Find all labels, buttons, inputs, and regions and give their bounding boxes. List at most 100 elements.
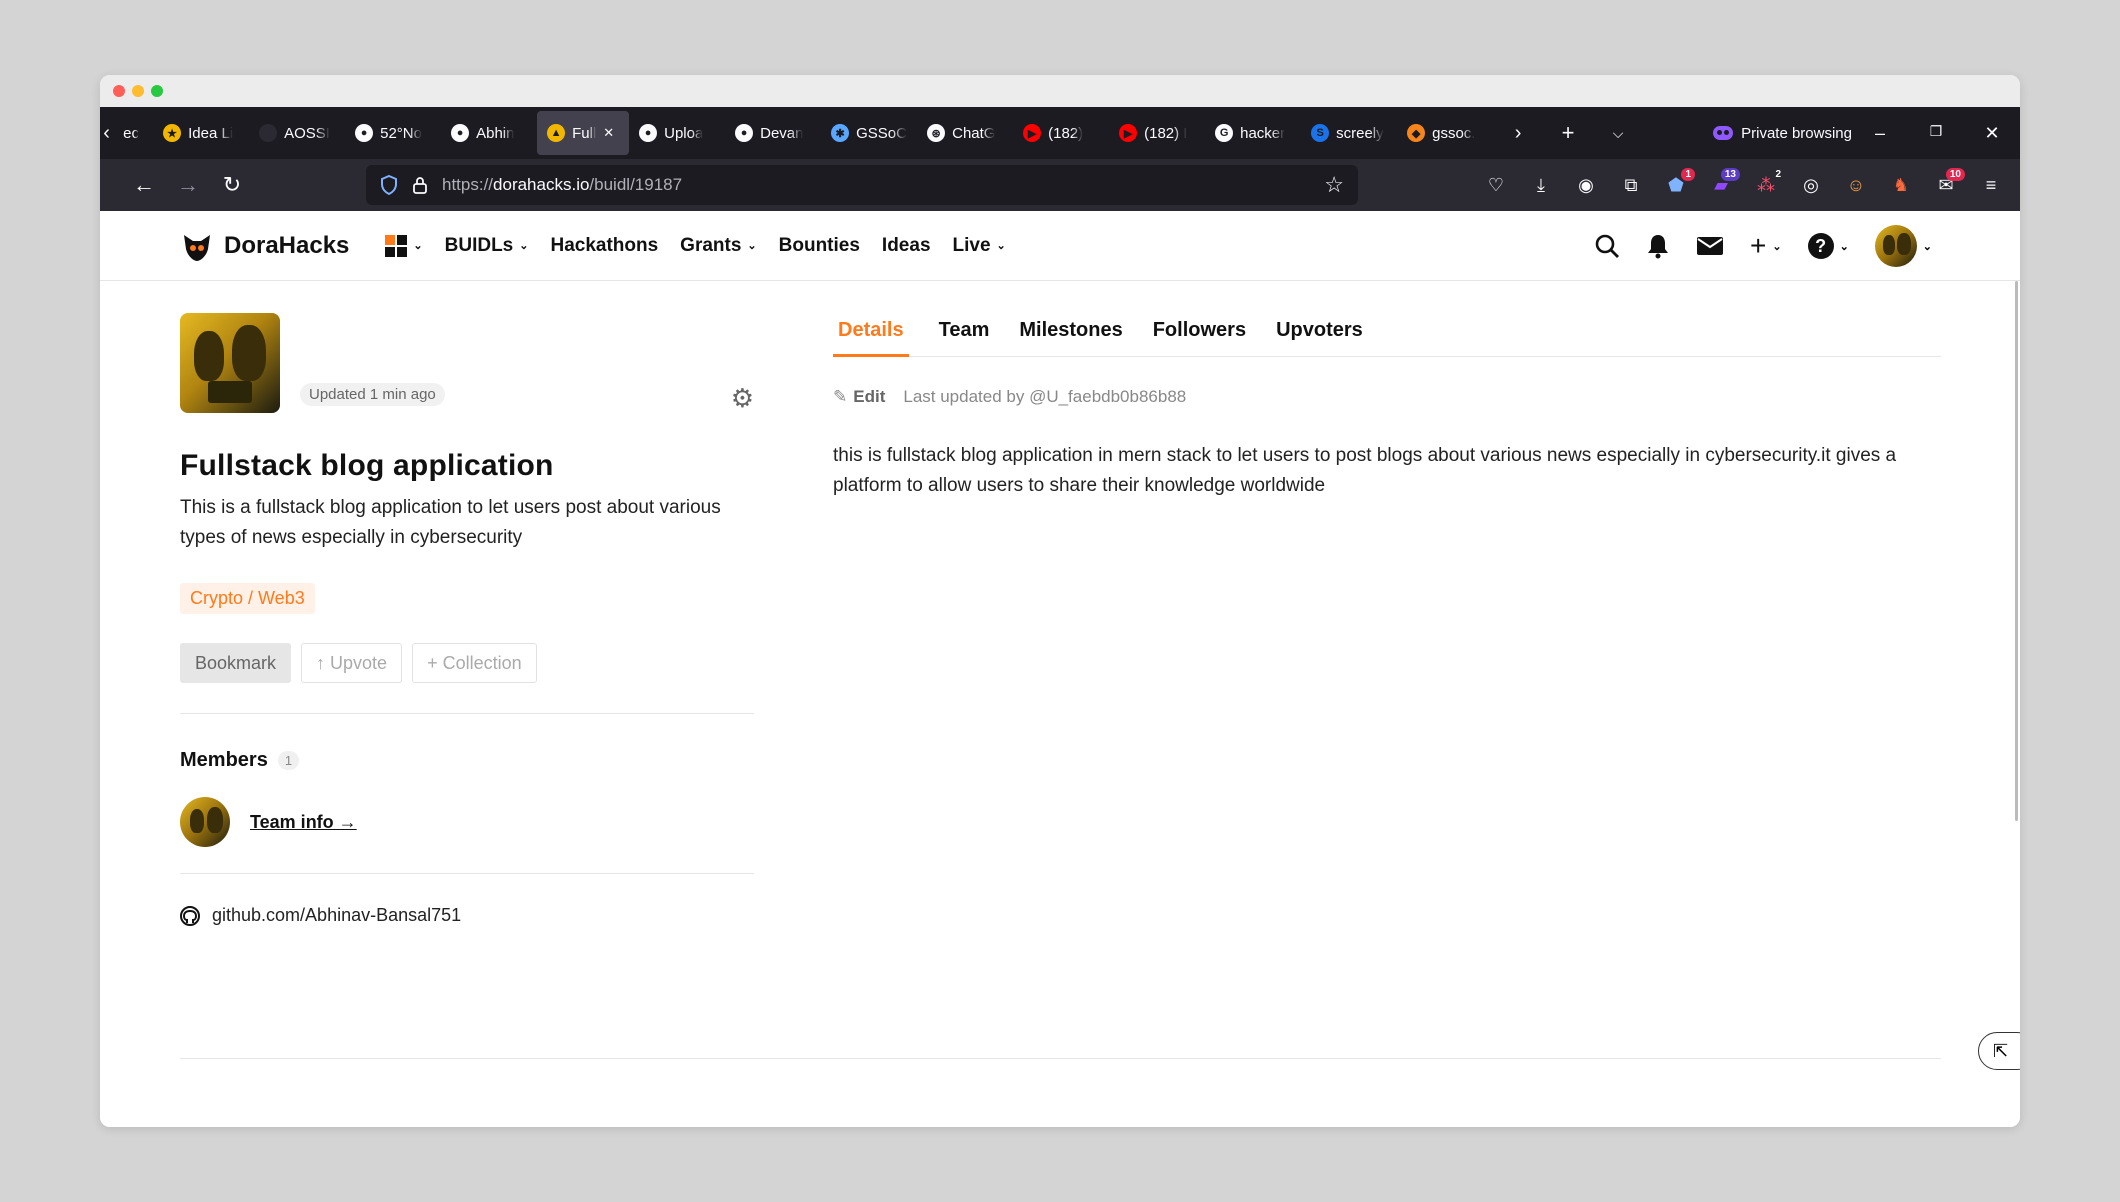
nav-live[interactable]: Live ⌄: [953, 235, 1006, 257]
close-window-button[interactable]: [113, 85, 125, 97]
github-link[interactable]: github.com/Abhinav-Bansal751: [180, 905, 461, 926]
minimize-icon[interactable]: –: [1852, 123, 1908, 144]
nav-bounties[interactable]: Bounties: [779, 235, 860, 257]
nav-grants[interactable]: Grants ⌄: [680, 235, 756, 257]
chevron-right-icon[interactable]: ›: [1493, 122, 1543, 145]
browser-tab[interactable]: ec: [113, 111, 153, 155]
tab-favicon-icon: ⊛: [927, 124, 946, 142]
bookmark-star-icon[interactable]: ☆: [1324, 172, 1344, 198]
url-bar[interactable]: https://dorahacks.io/buidl/19187 ☆: [366, 165, 1358, 205]
user-avatar: [1874, 225, 1917, 267]
browser-tab[interactable]: Sscreely: [1301, 111, 1397, 155]
chevron-down-icon: ⌄: [1922, 240, 1932, 253]
tab-title: ChatG: [952, 124, 996, 142]
fox-extension-icon[interactable]: ♞: [1886, 170, 1916, 200]
browser-tab[interactable]: ◆ gssoc.: [1397, 111, 1493, 155]
browser-tab[interactable]: ● 52°No: [345, 111, 441, 155]
chevron-left-icon[interactable]: ‹: [100, 122, 113, 145]
minimize-window-button[interactable]: [132, 85, 144, 97]
share-button[interactable]: ⇱: [1978, 1032, 2020, 1070]
member-row: Team info →: [180, 797, 357, 847]
bell-icon[interactable]: [1646, 233, 1670, 259]
browser-tab[interactable]: ▶ (182) I: [1109, 111, 1205, 155]
browser-tab[interactable]: Ghacker: [1205, 111, 1301, 155]
tab-title: (182) I: [1144, 124, 1188, 142]
browser-tab[interactable]: ⊛ ChatG: [917, 111, 1013, 155]
tab-title: Idea Li: [188, 124, 234, 142]
members-count: 1: [277, 751, 300, 770]
help-button[interactable]: ? ⌄: [1807, 233, 1849, 259]
tab-milestones[interactable]: Milestones: [1019, 313, 1122, 357]
bookmark-button[interactable]: Bookmark: [180, 643, 292, 683]
tab-title: Uploa: [664, 124, 704, 142]
reload-icon[interactable]: ↻: [210, 172, 254, 198]
tab-title: gssoc.: [1432, 124, 1476, 142]
chevron-down-icon: ⌄: [519, 240, 529, 252]
create-button[interactable]: + ⌄: [1750, 230, 1782, 262]
browser-tab[interactable]: ✱ GSSoC: [821, 111, 917, 155]
browser-tab[interactable]: ▶ (182): [1013, 111, 1109, 155]
tab-title: Devan: [760, 124, 804, 142]
pocket-icon[interactable]: ♡: [1481, 170, 1511, 200]
browser-tab[interactable]: ★ Idea Li: [153, 111, 249, 155]
browser-tab[interactable]: AOSSI: [249, 111, 345, 155]
user-menu[interactable]: ⌄: [1874, 225, 1932, 267]
extensions-icon[interactable]: ⧉: [1616, 170, 1646, 200]
tab-team[interactable]: Team: [939, 313, 990, 357]
tab-title: ec: [123, 124, 139, 142]
tab-upvoters[interactable]: Upvoters: [1276, 313, 1363, 357]
apps-grid-button[interactable]: ⌄: [385, 234, 423, 257]
site-header: DoraHacks ⌄ BUIDLs ⌄ Hackathons Grants ⌄ B…: [100, 211, 2020, 281]
mail-icon[interactable]: [1696, 235, 1724, 257]
team-info-link[interactable]: Team info →: [250, 812, 357, 833]
browser-tab[interactable]: ● Uploa: [629, 111, 725, 155]
add-collection-button[interactable]: + Collection: [412, 643, 537, 683]
gear-icon[interactable]: ⚙: [731, 383, 754, 414]
menu-icon[interactable]: ≡: [1976, 170, 2006, 200]
scrollbar[interactable]: [2015, 281, 2018, 821]
member-avatar[interactable]: [180, 797, 230, 847]
lock-icon[interactable]: [412, 176, 428, 194]
tab-details[interactable]: Details: [833, 313, 909, 357]
extension-shield-icon[interactable]: ⬟ 1: [1661, 168, 1695, 200]
browser-tab[interactable]: ● Abhin: [441, 111, 537, 155]
mail-extension-icon[interactable]: ✉ 10: [1931, 168, 1965, 200]
tab-title: screely: [1336, 124, 1384, 142]
zoom-window-button[interactable]: [151, 85, 163, 97]
back-arrow-icon[interactable]: ←: [122, 172, 166, 198]
tab-favicon-icon: [259, 124, 278, 142]
extension-avatar-icon[interactable]: ☺: [1841, 170, 1871, 200]
close-icon[interactable]: ✕: [1964, 123, 2020, 144]
plus-icon: +: [1749, 230, 1767, 261]
search-icon[interactable]: [1594, 233, 1620, 259]
title-bar: [100, 75, 2020, 107]
project-sidebar: Updated 1 min ago ⚙ Fullstack blog appli…: [180, 313, 754, 926]
browser-window: ‹ ec ★ Idea Li AOSSI ● 52°No ● Abhin ▲ Full ✕ ● Uplo…: [100, 75, 2020, 1127]
browser-tab[interactable]: ▲ Full ✕: [537, 111, 630, 155]
url-text[interactable]: https://dorahacks.io/buidl/19187: [442, 175, 682, 195]
dorahacks-logo[interactable]: DoraHacks: [180, 229, 349, 263]
nav-ideas[interactable]: Ideas: [882, 235, 931, 257]
details-panel: Details Team Milestones Followers Upvote…: [833, 313, 1941, 501]
nav-buidls[interactable]: BUIDLs ⌄: [445, 235, 529, 257]
upvote-button[interactable]: ↑ Upvote: [301, 643, 403, 683]
extension-twitch-icon[interactable]: ▰ 13: [1706, 168, 1740, 200]
shield-icon[interactable]: [380, 175, 398, 195]
extension-dots-icon[interactable]: ⁂ 2: [1751, 168, 1785, 200]
edit-button[interactable]: ✎ Edit: [833, 387, 885, 407]
list-all-tabs-button[interactable]: ⌵: [1593, 125, 1643, 142]
browser-tab[interactable]: ● Devan: [725, 111, 821, 155]
tab-followers[interactable]: Followers: [1153, 313, 1246, 357]
forward-arrow-icon[interactable]: →: [166, 172, 210, 198]
chevron-down-icon: ⌄: [747, 240, 757, 252]
tab-favicon-icon: ◆: [1407, 124, 1426, 142]
cookie-icon[interactable]: ◎: [1796, 170, 1826, 200]
category-tag[interactable]: Crypto / Web3: [180, 583, 315, 614]
close-tab-icon[interactable]: ✕: [603, 125, 614, 141]
tab-favicon-icon: ●: [451, 124, 470, 142]
nav-hackathons[interactable]: Hackathons: [550, 235, 658, 257]
restore-icon[interactable]: ❐: [1908, 123, 1964, 144]
download-icon[interactable]: ⤓: [1526, 170, 1556, 200]
account-icon[interactable]: ◉: [1571, 170, 1601, 200]
new-tab-button[interactable]: +: [1543, 120, 1593, 146]
